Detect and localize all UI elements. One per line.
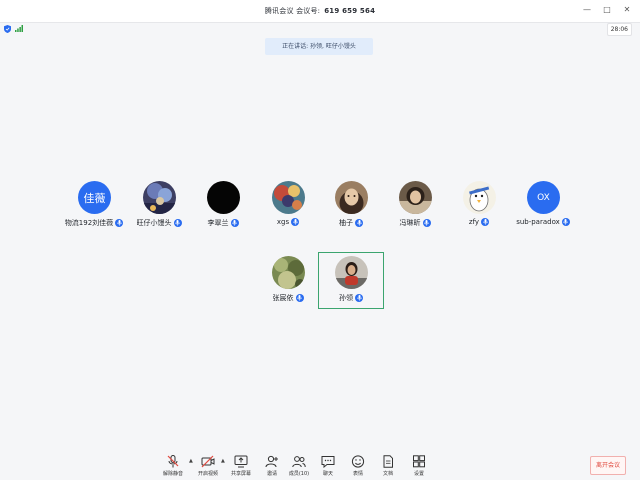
close-button[interactable]: ✕ — [622, 4, 632, 16]
participant-name: 张宸依 — [272, 294, 294, 302]
invite-user-icon — [265, 455, 278, 468]
avatar — [272, 181, 305, 214]
participant-tile[interactable]: OX sub-paradox — [511, 181, 575, 237]
avatar-initials: OX — [537, 192, 550, 203]
video-options-caret-icon[interactable]: ▲ — [221, 458, 225, 464]
participant-tile[interactable]: 佳薇 物流192刘佳薇 — [62, 181, 126, 237]
meeting-toolbar: 解除静音 ▲ 开启视频 ▲ 共享屏幕 邀请 成员(10) 聊天 表情 文档 设置 — [0, 452, 640, 480]
participant-tile[interactable]: 冯琳昕 — [383, 181, 447, 237]
participant-name: 冯琳昕 — [399, 219, 421, 227]
microphone-icon — [355, 294, 363, 302]
avatar — [207, 181, 240, 214]
start-video-button[interactable]: 开启视频 — [193, 455, 223, 479]
participant-name: 李翠兰 — [207, 219, 229, 227]
avatar — [335, 256, 368, 289]
unmute-button[interactable]: 解除静音 — [158, 455, 188, 479]
avatar: OX — [527, 181, 560, 214]
meeting-timer: 28:06 — [606, 23, 632, 36]
participant-name: 柚子 — [339, 219, 353, 227]
chat-icon — [321, 456, 335, 468]
maximize-button[interactable]: □ — [602, 4, 612, 16]
microphone-icon — [295, 294, 304, 302]
leave-meeting-button[interactable]: 离开会议 — [590, 456, 626, 475]
settings-grid-icon — [413, 455, 425, 468]
settings-label: 设置 — [413, 471, 424, 477]
participant-tile[interactable]: zfy — [447, 181, 511, 237]
participant-tile[interactable]: xgs — [256, 181, 320, 237]
microphone-icon — [230, 219, 239, 227]
participant-name: xgs — [276, 218, 290, 226]
window-title: 腾讯会议 会议号: 619 659 564 — [0, 6, 640, 16]
participant-name: 孙领 — [339, 294, 353, 302]
avatar — [399, 181, 432, 214]
microphone-icon — [355, 219, 363, 227]
microphone-icon — [422, 219, 431, 227]
microphone-icon — [561, 218, 570, 226]
participant-tile[interactable]: 柚子 — [319, 181, 383, 237]
participant-tile[interactable]: 旺仔小馒头 — [127, 181, 191, 237]
microphone-icon — [291, 218, 300, 226]
microphone-icon — [173, 219, 182, 227]
minimize-button[interactable]: — — [582, 4, 592, 16]
avatar-initials: 佳薇 — [83, 191, 106, 205]
shield-icon[interactable] — [4, 25, 11, 33]
avatar — [463, 181, 496, 214]
microphone-muted-icon — [167, 455, 179, 468]
network-signal-icon[interactable] — [15, 25, 23, 32]
participant-name: sub-paradox — [516, 218, 560, 226]
video-camera-off-icon — [201, 455, 215, 468]
participant-tile[interactable]: 张宸依 — [256, 256, 320, 312]
participant-name: zfy — [468, 218, 480, 226]
settings-button[interactable]: 设置 — [404, 455, 434, 479]
speaking-banner: 正在讲话: 孙领, 旺仔小馒头 — [265, 38, 373, 55]
meeting-id: 619 659 564 — [324, 7, 376, 15]
title-bar: 腾讯会议 会议号: 619 659 564 — □ ✕ — [0, 0, 640, 23]
avatar — [335, 181, 368, 214]
status-bar: 28:06 — [0, 23, 640, 36]
avatar — [143, 181, 176, 214]
app-title: 腾讯会议 会议号: — [264, 7, 321, 15]
members-icon — [292, 456, 306, 468]
participant-tile-active-speaker[interactable]: 孙领 — [318, 252, 384, 309]
participant-name: 物流192刘佳薇 — [64, 219, 114, 227]
share-screen-icon — [234, 455, 248, 468]
participant-tile[interactable]: 李翠兰 — [191, 181, 255, 237]
avatar: 佳薇 — [78, 181, 111, 214]
microphone-icon — [115, 219, 124, 227]
emoji-icon — [351, 455, 365, 468]
window-controls: — □ ✕ — [582, 4, 632, 16]
document-icon — [383, 455, 393, 468]
microphone-icon — [481, 218, 490, 226]
participant-name: 旺仔小馒头 — [136, 219, 172, 227]
avatar — [272, 256, 305, 289]
